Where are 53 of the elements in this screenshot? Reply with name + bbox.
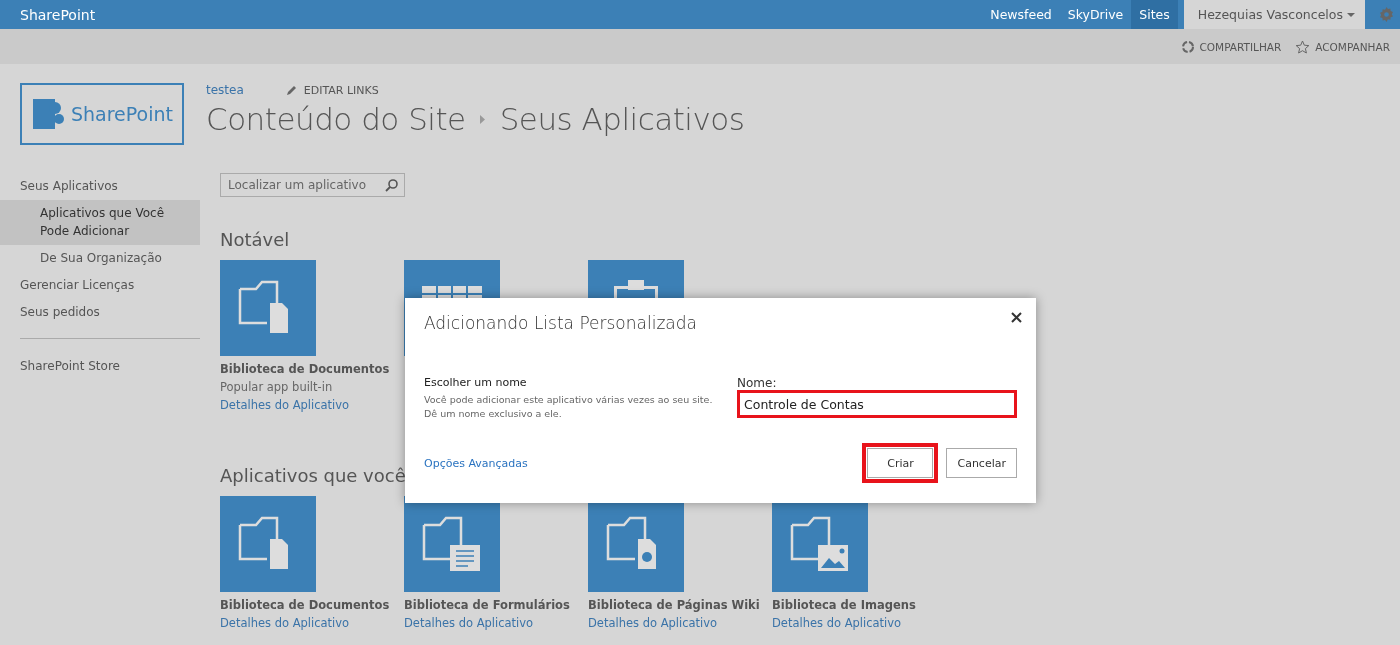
app-tile[interactable] [220,260,316,356]
app-name[interactable]: Biblioteca de Páginas Wiki [588,598,760,613]
search-field[interactable]: Localizar um aplicativo [220,173,405,197]
section-heading: Aplicativos que você [220,465,406,486]
app-details-link[interactable]: Detalhes do Aplicativo [220,616,350,631]
suite-link[interactable]: SkyDrive [1059,0,1132,29]
nav-item[interactable]: Seus pedidos [0,299,200,326]
nav-item[interactable]: Gerenciar Licenças [0,272,200,299]
advanced-options-link[interactable]: Opções Avançadas [424,456,528,470]
pencil-icon [285,84,298,96]
breadcrumb-item[interactable]: Conteúdo do Site [206,101,466,137]
search-icon [385,178,399,192]
app-tile[interactable] [404,496,500,592]
breadcrumb-arrow-icon [479,114,486,124]
section-description: Você pode adicionar este aplicativo várias vezes ao seu site. Dê um nome exclusivo a ele. [424,393,714,421]
star-icon [1295,39,1311,54]
breadcrumb-item: Seus Aplicativos [499,101,745,137]
folder-icon [422,516,482,572]
app-name[interactable]: Biblioteca de Documentos [220,362,390,377]
field-label: Nome: [737,376,778,390]
nav-item[interactable]: De Sua Organização [0,245,200,272]
app-name[interactable]: Biblioteca de Documentos [220,598,390,613]
name-input-field[interactable]: Controle de Contas [737,390,1017,418]
dialog-title: Adicionando Lista Personalizada [424,313,698,333]
share-icon [1180,39,1195,54]
close-icon [1011,312,1022,323]
app-name[interactable]: Biblioteca de Imagens [772,598,916,613]
nav-item[interactable]: Aplicativos que Você Pode Adicionar [0,200,200,245]
app-details-link[interactable]: Detalhes do Aplicativo [220,398,350,413]
section-title: Escolher um nome [424,376,528,389]
caret-icon [1347,12,1355,17]
site-logo[interactable]: SharePoint [20,83,184,145]
nav-item[interactable]: SharePoint Store [0,353,200,380]
action-link[interactable]: ACOMPANHAR [1295,39,1390,54]
brand-label[interactable]: SharePoint [20,6,983,23]
clipboard-icon [612,278,660,300]
app-tile[interactable] [220,496,316,592]
app-details-link[interactable]: Detalhes do Aplicativo [772,616,902,631]
app-name[interactable]: Biblioteca de Formulários [404,598,570,613]
app-details-link[interactable]: Detalhes do Aplicativo [404,616,534,631]
nav-item[interactable]: Seus Aplicativos [0,173,200,200]
app-subtitle: Popular app built-in [220,380,333,395]
dialog-button[interactable]: Cancelar [946,448,1017,478]
suite-link[interactable]: Newsfeed [982,0,1060,29]
user-menu[interactable]: Hezequias Vasconcelos [1183,0,1365,29]
dialog-button[interactable]: Criar [862,443,939,483]
folder-icon [790,516,850,572]
app-details-link[interactable]: Detalhes do Aplicativo [588,616,718,631]
section-heading: Notável [220,229,290,250]
edit-links-button[interactable]: EDITAR LINKS [285,83,379,97]
suite-link[interactable]: Sites [1131,0,1178,29]
action-link[interactable]: COMPARTILHAR [1180,39,1282,54]
site-link[interactable]: testea [206,83,244,97]
